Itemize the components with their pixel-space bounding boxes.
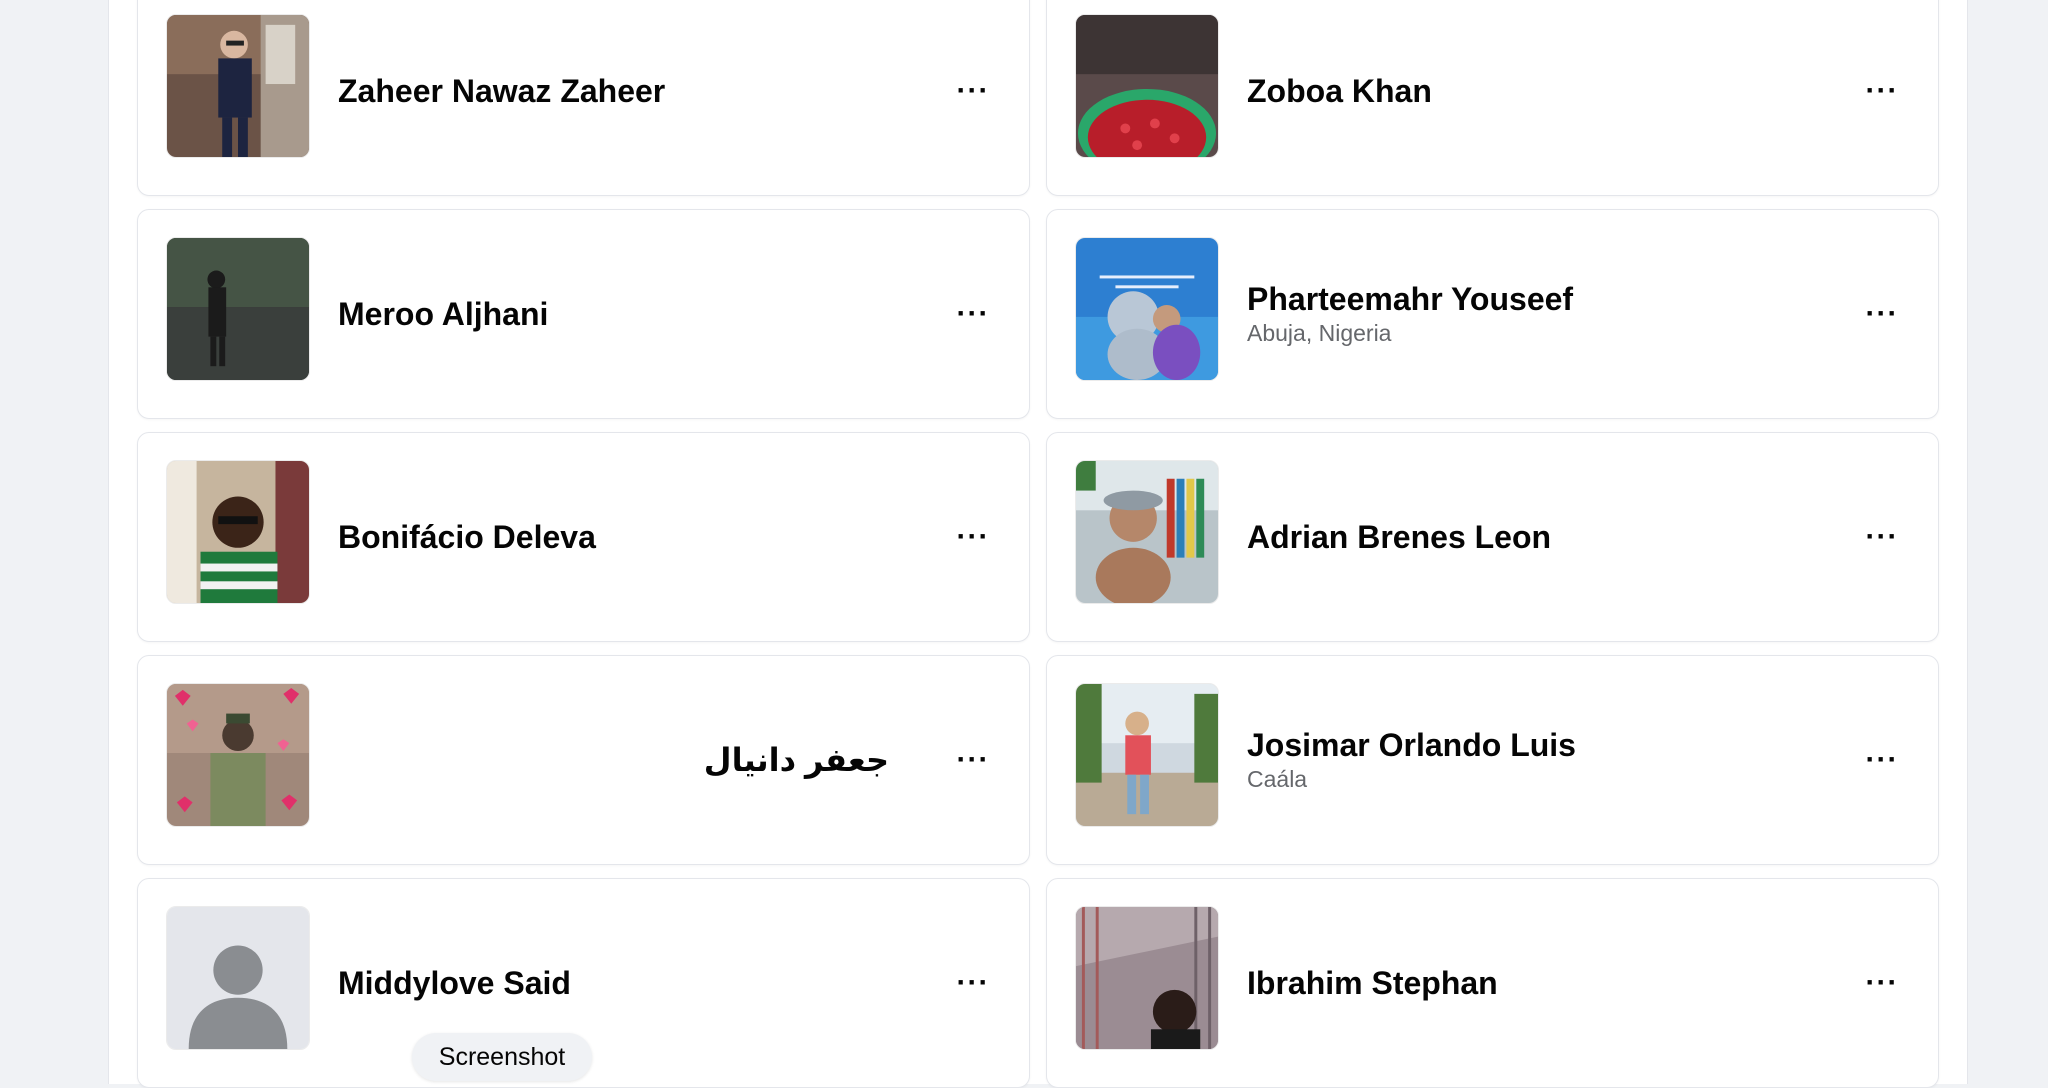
- screenshot-tooltip: Screenshot: [412, 1033, 592, 1081]
- friend-name[interactable]: Adrian Brenes Leon: [1247, 518, 1798, 556]
- friend-name[interactable]: Middylove Said: [338, 964, 889, 1002]
- friend-card[interactable]: Ibrahim Stephan ···: [1046, 878, 1939, 1088]
- profile-photo[interactable]: [1075, 906, 1219, 1050]
- profile-photo[interactable]: [166, 14, 310, 158]
- profile-photo[interactable]: [166, 683, 310, 827]
- friend-location: Abuja, Nigeria: [1247, 320, 1392, 346]
- friend-card[interactable]: Josimar Orlando Luis Caála ···: [1046, 655, 1939, 865]
- friend-info: Bonifácio Deleva: [338, 433, 889, 641]
- friend-info: Zaheer Nawaz Zaheer: [338, 0, 889, 195]
- more-options-button[interactable]: ···: [953, 740, 993, 780]
- friend-card[interactable]: جعفر دانیال ···: [137, 655, 1030, 865]
- more-options-button[interactable]: ···: [953, 517, 993, 557]
- friend-name[interactable]: Pharteemahr Youseef: [1247, 280, 1798, 318]
- friend-name[interactable]: Ibrahim Stephan: [1247, 964, 1798, 1002]
- friend-card[interactable]: Bonifácio Deleva ···: [137, 432, 1030, 642]
- profile-photo[interactable]: [166, 460, 310, 604]
- more-options-button[interactable]: ···: [1862, 294, 1902, 334]
- friend-info: Pharteemahr Youseef Abuja, Nigeria: [1247, 210, 1798, 418]
- friend-name[interactable]: Zaheer Nawaz Zaheer: [338, 72, 889, 110]
- friend-location: Caála: [1247, 766, 1308, 792]
- friend-info: جعفر دانیال: [338, 656, 889, 864]
- profile-photo[interactable]: [1075, 14, 1219, 158]
- more-options-button[interactable]: ···: [953, 294, 993, 334]
- friend-card[interactable]: Pharteemahr Youseef Abuja, Nigeria ···: [1046, 209, 1939, 419]
- friend-name[interactable]: Josimar Orlando Luis: [1247, 726, 1798, 764]
- friend-info: Zoboa Khan: [1247, 0, 1798, 195]
- friend-info: Adrian Brenes Leon: [1247, 433, 1798, 641]
- profile-photo[interactable]: [1075, 460, 1219, 604]
- more-options-button[interactable]: ···: [1862, 740, 1902, 780]
- friend-card[interactable]: Zaheer Nawaz Zaheer ···: [137, 0, 1030, 196]
- friend-info: Meroo Aljhani: [338, 210, 889, 418]
- friend-info: Josimar Orlando Luis Caála: [1247, 656, 1798, 864]
- friends-list-panel: Zaheer Nawaz Zaheer ··· Zoboa Khan ··· M…: [108, 0, 1968, 1088]
- friends-grid: Zaheer Nawaz Zaheer ··· Zoboa Khan ··· M…: [137, 0, 1939, 1088]
- friend-name[interactable]: Zoboa Khan: [1247, 72, 1798, 110]
- profile-photo[interactable]: [1075, 683, 1219, 827]
- friend-name[interactable]: Bonifácio Deleva: [338, 518, 889, 556]
- more-options-button[interactable]: ···: [953, 963, 993, 1003]
- profile-photo[interactable]: [166, 237, 310, 381]
- friend-card[interactable]: Zoboa Khan ···: [1046, 0, 1939, 196]
- friend-card[interactable]: Meroo Aljhani ···: [137, 209, 1030, 419]
- more-options-button[interactable]: ···: [1862, 71, 1902, 111]
- default-avatar-icon[interactable]: [166, 906, 310, 1050]
- friend-name[interactable]: جعفر دانیال: [704, 741, 889, 779]
- profile-photo[interactable]: [1075, 237, 1219, 381]
- friend-info: Ibrahim Stephan: [1247, 879, 1798, 1087]
- more-options-button[interactable]: ···: [1862, 963, 1902, 1003]
- more-options-button[interactable]: ···: [953, 71, 993, 111]
- friend-card[interactable]: Adrian Brenes Leon ···: [1046, 432, 1939, 642]
- more-options-button[interactable]: ···: [1862, 517, 1902, 557]
- friend-name[interactable]: Meroo Aljhani: [338, 295, 889, 333]
